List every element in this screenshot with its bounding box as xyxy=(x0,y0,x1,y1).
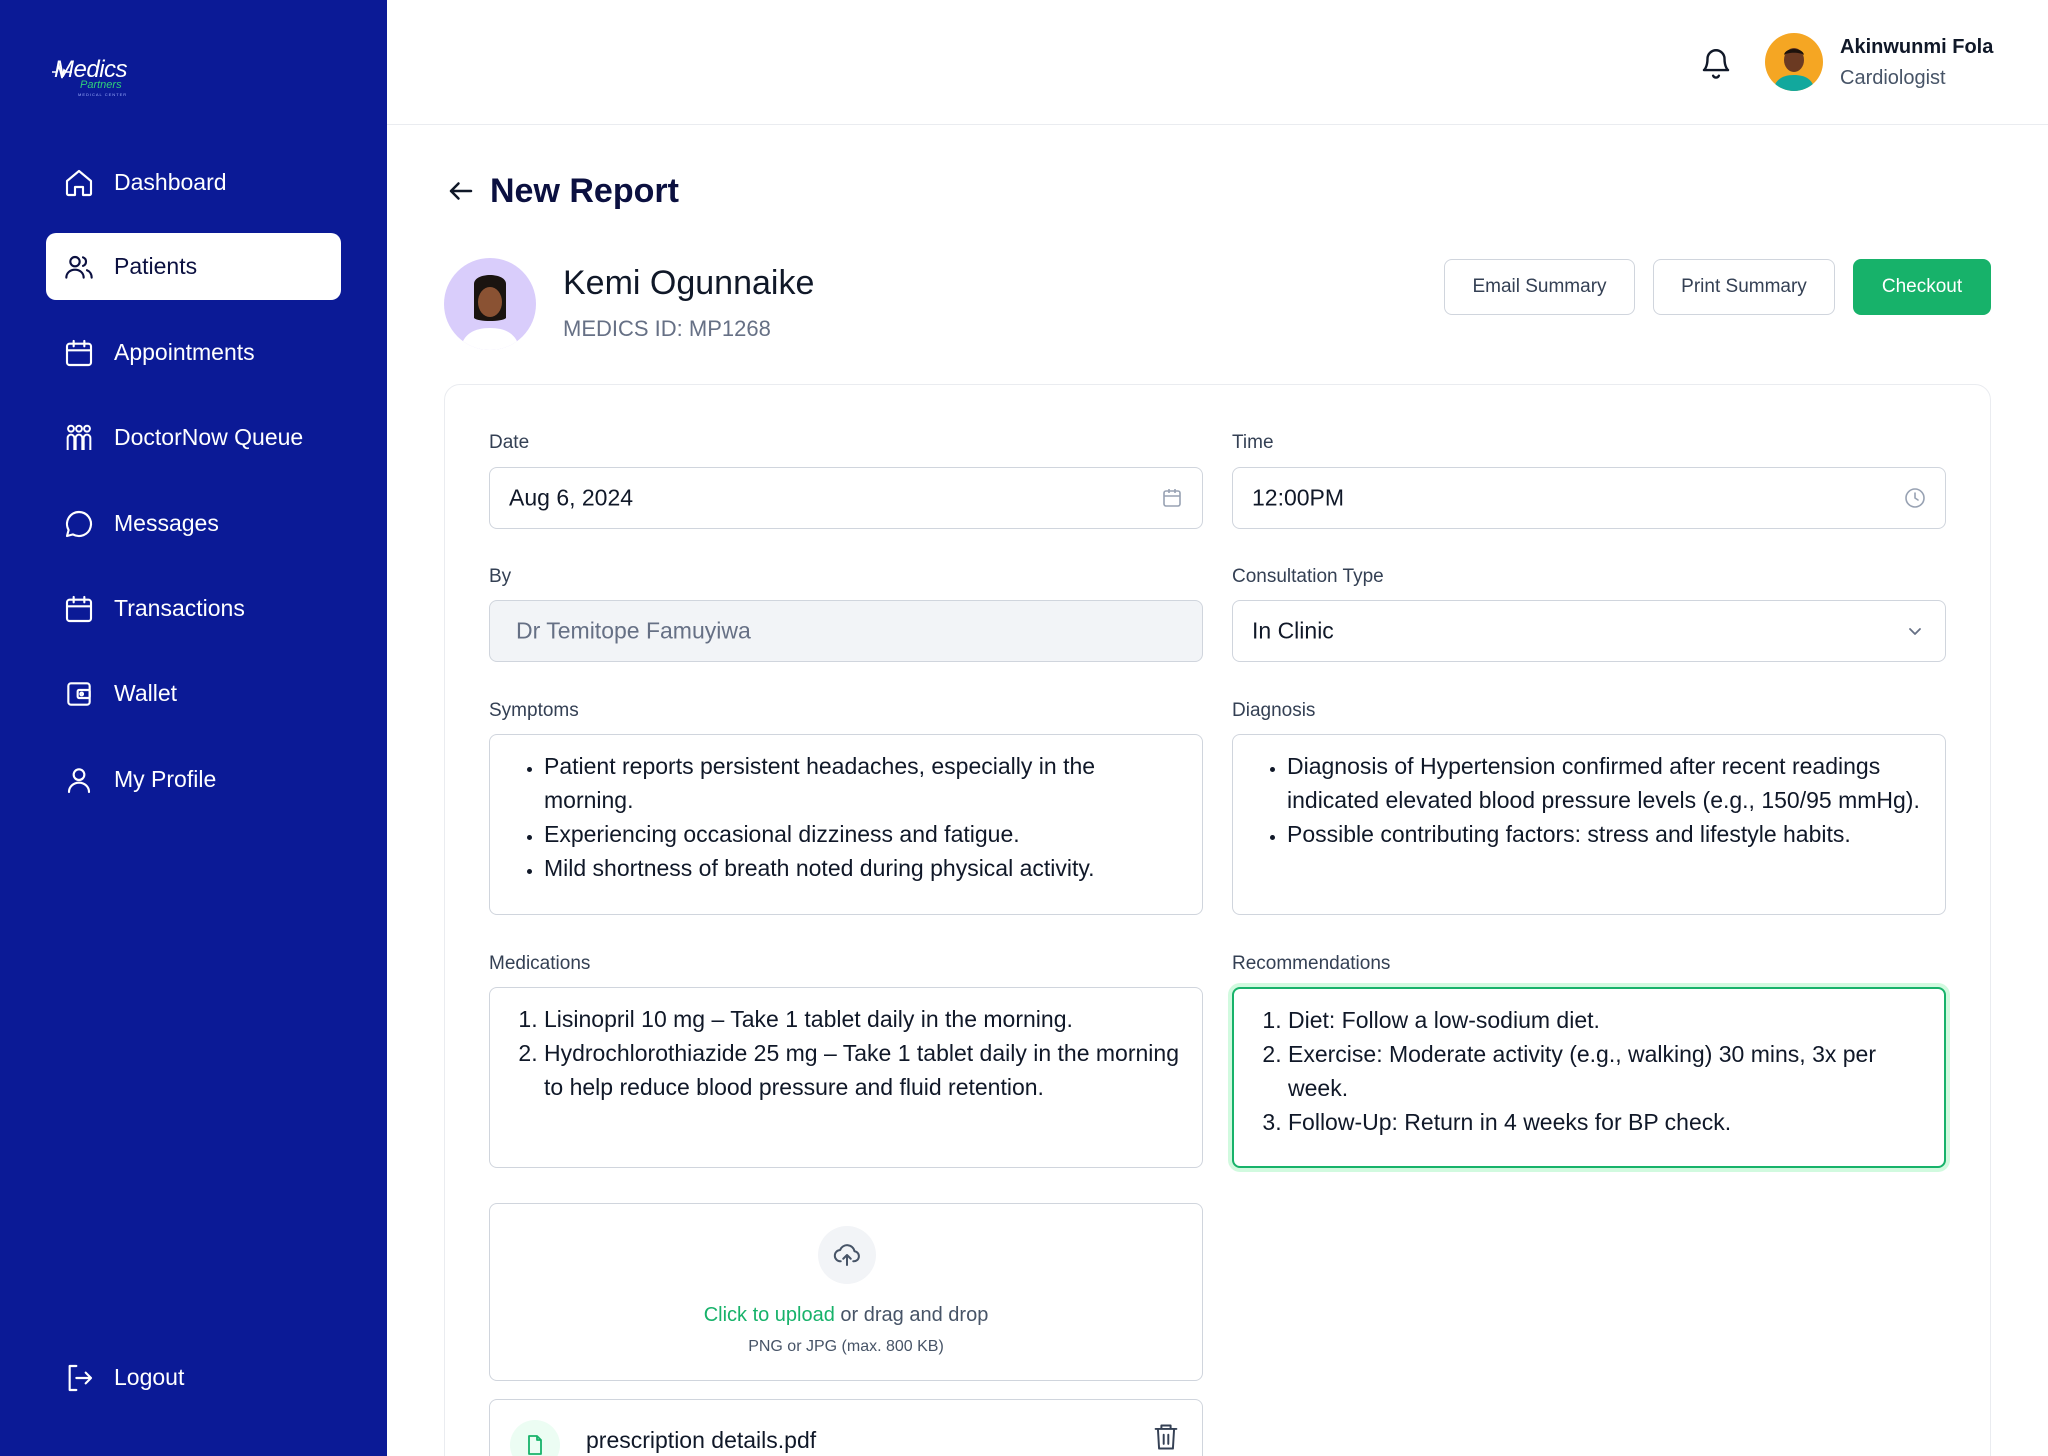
consultation-type-select[interactable]: In Clinic xyxy=(1232,600,1946,662)
symptoms-label: Symptoms xyxy=(489,700,579,721)
checkout-button[interactable]: Checkout xyxy=(1853,259,1991,315)
home-icon xyxy=(62,166,96,200)
user-name: Akinwunmi Fola xyxy=(1840,36,1994,58)
notification-bell-icon[interactable] xyxy=(1699,44,1733,82)
consultation-type-label: Consultation Type xyxy=(1232,566,1384,587)
sidebar-item-my-profile[interactable]: My Profile xyxy=(46,746,341,813)
diagnosis-label: Diagnosis xyxy=(1232,700,1316,721)
sidebar-item-label: Patients xyxy=(114,253,198,279)
user-avatar[interactable] xyxy=(1765,33,1823,91)
list-item: Exercise: Moderate activity (e.g., walki… xyxy=(1288,1037,1924,1105)
email-summary-button[interactable]: Email Summary xyxy=(1444,259,1635,315)
list-item: Diet: Follow a low-sodium diet. xyxy=(1288,1003,1924,1037)
list-item: Diagnosis of Hypertension confirmed afte… xyxy=(1287,749,1925,817)
recommendations-label: Recommendations xyxy=(1232,953,1391,974)
medications-list: Lisinopril 10 mg – Take 1 tablet daily i… xyxy=(516,1002,1182,1104)
medications-label: Medications xyxy=(489,953,591,974)
calendar-icon xyxy=(62,592,96,626)
upload-instructions: Click to upload or drag and drop xyxy=(490,1304,1202,1327)
symptoms-textarea[interactable]: Patient reports persistent headaches, es… xyxy=(489,734,1203,915)
logout-button[interactable]: Logout xyxy=(46,1344,341,1411)
sidebar-item-appointments[interactable]: Appointments xyxy=(46,319,341,386)
recommendations-textarea[interactable]: Diet: Follow a low-sodium diet. Exercise… xyxy=(1232,987,1946,1168)
sidebar-item-wallet[interactable]: Wallet xyxy=(46,660,341,727)
sidebar-item-label: Dashboard xyxy=(114,169,227,195)
logout-label: Logout xyxy=(114,1364,185,1390)
date-value: Aug 6, 2024 xyxy=(509,484,634,511)
medications-textarea[interactable]: Lisinopril 10 mg – Take 1 tablet daily i… xyxy=(489,987,1203,1168)
recommendations-list: Diet: Follow a low-sodium diet. Exercise… xyxy=(1260,1003,1924,1139)
diagnosis-list: Diagnosis of Hypertension confirmed afte… xyxy=(1259,749,1925,851)
clock-icon[interactable] xyxy=(1903,486,1927,510)
symptoms-list: Patient reports persistent headaches, es… xyxy=(516,749,1182,885)
sidebar-item-label: Appointments xyxy=(114,339,255,365)
sidebar-item-transactions[interactable]: Transactions xyxy=(46,575,341,642)
file-upload-dropzone[interactable]: Click to upload or drag and drop PNG or … xyxy=(489,1203,1203,1381)
chevron-down-icon xyxy=(1903,619,1927,643)
list-item: Follow-Up: Return in 4 weeks for BP chec… xyxy=(1288,1105,1924,1139)
top-bar: Akinwunmi Fola Cardiologist xyxy=(387,0,2048,125)
patient-avatar xyxy=(444,258,536,350)
patient-name: Kemi Ogunnaike xyxy=(563,264,815,302)
logo-subtext: Partners xyxy=(80,79,122,91)
upload-hint: PNG or JPG (max. 800 KB) xyxy=(748,1338,944,1355)
upload-instructions-rest: or drag and drop xyxy=(834,1304,989,1326)
list-item: Possible contributing factors: stress an… xyxy=(1287,817,1925,851)
time-label: Time xyxy=(1232,432,1274,453)
list-item: Patient reports persistent headaches, es… xyxy=(544,749,1182,817)
list-item: Lisinopril 10 mg – Take 1 tablet daily i… xyxy=(544,1002,1182,1036)
trash-icon[interactable] xyxy=(1152,1422,1180,1452)
user-icon xyxy=(62,763,96,797)
date-field[interactable]: Aug 6, 2024 xyxy=(489,467,1203,529)
sidebar-item-patients[interactable]: Patients xyxy=(46,233,341,300)
list-item: Mild shortness of breath noted during ph… xyxy=(544,851,1182,885)
by-field: Dr Temitope Famuyiwa xyxy=(489,600,1203,662)
logout-icon xyxy=(62,1361,96,1395)
chat-icon xyxy=(62,507,96,541)
medics-logo[interactable]: Medics Partners MEDICAL CENTER xyxy=(52,50,142,100)
sidebar-item-messages[interactable]: Messages xyxy=(46,490,341,557)
by-label: By xyxy=(489,566,512,587)
consultation-type-value: In Clinic xyxy=(1252,617,1334,644)
wallet-icon xyxy=(62,677,96,711)
click-to-upload-link[interactable]: Click to upload xyxy=(704,1304,835,1326)
sidebar-item-label: My Profile xyxy=(114,766,217,792)
sidebar-item-label: DoctorNow Queue xyxy=(114,424,304,450)
list-item: Experiencing occasional dizziness and fa… xyxy=(544,817,1182,851)
attachment-name: prescription details.pdf xyxy=(586,1427,817,1453)
sidebar-item-label: Wallet xyxy=(114,680,178,706)
page-title: New Report xyxy=(490,172,679,210)
calendar-icon[interactable] xyxy=(1160,486,1184,510)
sidebar-item-label: Messages xyxy=(114,510,219,536)
by-value: Dr Temitope Famuyiwa xyxy=(516,617,751,644)
time-value: 12:00PM xyxy=(1252,484,1345,511)
attachment-item: prescription details.pdf xyxy=(489,1399,1203,1456)
sidebar-item-doctornow-queue[interactable]: DoctorNow Queue xyxy=(46,404,341,471)
print-summary-button[interactable]: Print Summary xyxy=(1653,259,1835,315)
sidebar-item-dashboard[interactable]: Dashboard xyxy=(46,149,341,216)
list-item: Hydrochlorothiazide 25 mg – Take 1 table… xyxy=(544,1036,1182,1104)
sidebar-item-label: Transactions xyxy=(114,595,245,621)
logo-tagline: MEDICAL CENTER xyxy=(78,92,128,97)
patient-id: MEDICS ID: MP1268 xyxy=(563,316,771,341)
users-icon xyxy=(62,250,96,284)
calendar-icon xyxy=(62,336,96,370)
diagnosis-textarea[interactable]: Diagnosis of Hypertension confirmed afte… xyxy=(1232,734,1946,915)
file-icon xyxy=(510,1420,560,1456)
sidebar: Medics Partners MEDICAL CENTER Dashboard… xyxy=(0,0,387,1456)
upload-cloud-icon[interactable] xyxy=(818,1226,876,1284)
date-label: Date xyxy=(489,432,530,453)
back-arrow-icon[interactable] xyxy=(446,176,476,206)
time-field[interactable]: 12:00PM xyxy=(1232,467,1946,529)
queue-icon xyxy=(62,421,96,455)
user-role: Cardiologist xyxy=(1840,67,1946,89)
